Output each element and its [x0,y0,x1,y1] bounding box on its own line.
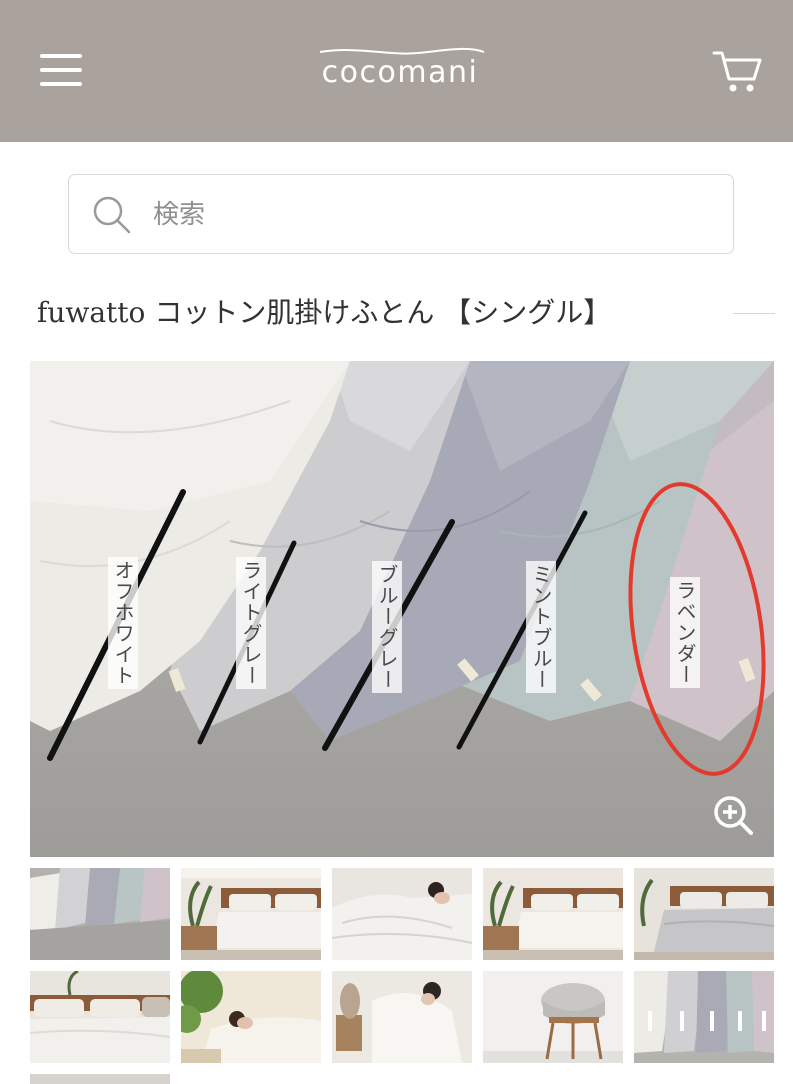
product-title: fuwatto コットン肌掛けふとん 【シングル】 [37,296,612,329]
zoom-in-icon [714,796,753,835]
hamburger-menu-button[interactable] [40,52,84,88]
hamburger-icon [40,54,82,58]
color-label: オフホワイト [108,557,138,689]
thumbnail-image[interactable] [634,868,774,960]
color-label: ブルーグレー [372,561,402,693]
logo-text: cocomani [321,55,479,90]
thumbnail-image[interactable] [332,971,472,1063]
thumbnail-image[interactable] [30,868,170,960]
thumbnail-image[interactable] [483,971,623,1063]
zoom-button[interactable] [712,794,754,836]
thumbnail-image[interactable] [634,971,774,1063]
title-divider [733,313,775,314]
color-label: ライトグレー [236,557,266,689]
hamburger-icon-line [40,68,82,72]
site-logo[interactable]: cocomani [300,40,500,100]
search-icon [93,196,131,234]
thumbnail-image[interactable] [181,868,321,960]
search-box[interactable] [68,174,734,254]
cart-icon [712,51,762,92]
quilts-photo [30,361,774,857]
search-input[interactable] [151,189,715,241]
thumbnail-image[interactable] [181,971,321,1063]
main-product-image[interactable]: オフホワイト ライトグレー ブルーグレー ミントブルー ラベンダー [30,361,774,857]
color-label: ラベンダー [670,577,700,688]
site-header: cocomani [0,0,793,142]
color-label: ミントブルー [526,561,556,693]
thumbnail-image[interactable] [30,1074,170,1084]
thumbnail-image[interactable] [30,971,170,1063]
thumbnail-image[interactable] [332,868,472,960]
cart-button[interactable] [712,48,764,96]
hamburger-icon-line [40,82,82,86]
thumbnail-image[interactable] [483,868,623,960]
